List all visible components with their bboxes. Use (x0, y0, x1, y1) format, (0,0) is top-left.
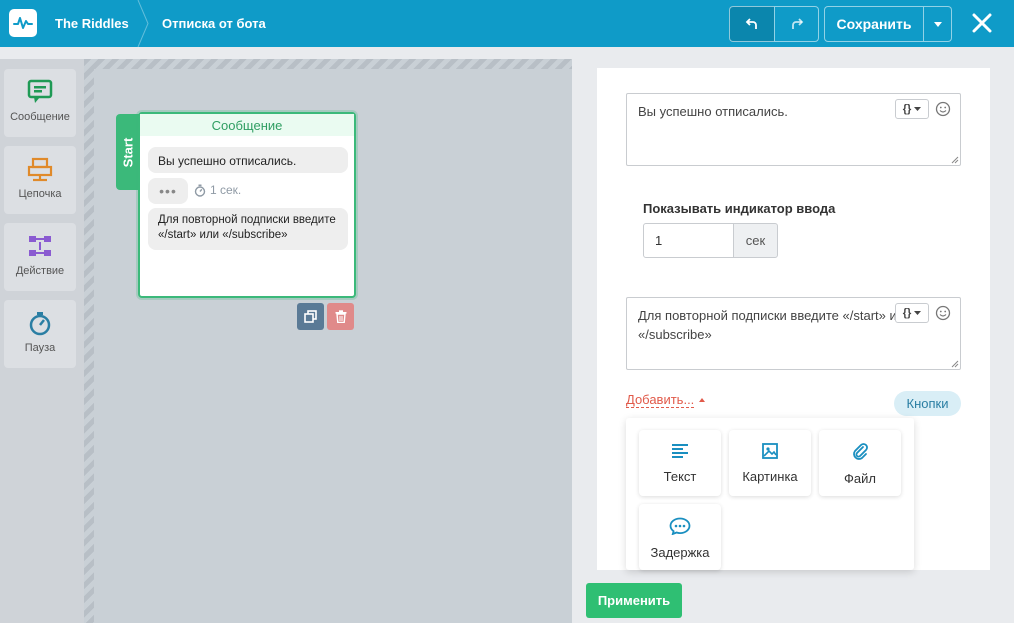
menu-item-delay[interactable]: Задержка (639, 504, 721, 570)
stopwatch-icon (29, 312, 51, 336)
emoji-icon[interactable] (935, 101, 951, 117)
palette-action-label: Действие (15, 265, 65, 277)
delete-node-button[interactable] (327, 303, 354, 330)
close-button[interactable] (968, 9, 996, 37)
menu-item-image[interactable]: Картинка (729, 430, 811, 496)
trash-icon (335, 310, 346, 323)
palette-message-label: Сообщение (10, 111, 70, 123)
palette-action[interactable]: Действие (4, 223, 76, 291)
breadcrumb-project[interactable]: The Riddles (55, 16, 129, 31)
text-lines-icon (672, 444, 688, 458)
duplicate-node-button[interactable] (297, 303, 324, 330)
add-buttons-button[interactable]: Кнопки (894, 391, 961, 416)
typing-indicator-label: Показывать индикатор ввода (643, 201, 836, 216)
resize-handle-icon[interactable] (951, 156, 959, 164)
stopwatch-icon (194, 184, 206, 197)
insert-variable-button[interactable]: {} (895, 99, 929, 119)
top-bar: The Riddles Отписка от бота Сохранить (0, 0, 1014, 47)
variable-braces-icon: {} (902, 103, 912, 115)
node-typing-bubble: ••• (148, 178, 188, 204)
action-icon (29, 236, 51, 256)
palette-pause[interactable]: Пауза (4, 300, 76, 368)
app-logo[interactable] (9, 9, 37, 37)
image-icon (762, 443, 778, 459)
chain-icon (27, 157, 53, 182)
start-label: Start (120, 137, 136, 167)
emoji-icon[interactable] (935, 305, 951, 321)
block-palette: Сообщение Цепочка Действие Пауза (0, 59, 84, 623)
copy-icon (304, 310, 317, 323)
breadcrumb-page: Отписка от бота (162, 16, 266, 31)
typing-duration-unit: сек (733, 223, 778, 258)
caret-down-icon (933, 21, 942, 27)
resize-handle-icon[interactable] (951, 360, 959, 368)
menu-item-label: Файл (844, 471, 876, 486)
menu-item-file[interactable]: Файл (819, 430, 901, 496)
caret-down-icon (914, 311, 922, 315)
message-icon (27, 79, 53, 103)
message-node[interactable]: Сообщение Вы успешно отписались. ••• 1 с… (138, 112, 356, 298)
redo-button[interactable] (774, 6, 819, 42)
close-icon (972, 13, 992, 33)
node-title: Сообщение (140, 114, 354, 136)
menu-item-label: Картинка (742, 469, 798, 484)
canvas-border-top (84, 59, 572, 69)
node-delay: 1 сек. (194, 183, 241, 197)
add-content-link[interactable]: Добавить... (626, 392, 695, 408)
palette-pause-label: Пауза (24, 342, 56, 354)
node-message-bubble: Вы успешно отписались. (148, 147, 348, 173)
typing-bubble-icon (669, 517, 691, 535)
palette-message[interactable]: Сообщение (4, 69, 76, 137)
insert-variable-button[interactable]: {} (895, 303, 929, 323)
caret-up-icon (699, 398, 705, 402)
node-delay-label: 1 сек. (210, 183, 242, 197)
add-content-menu: Текст Картинка Файл Задержка (626, 418, 914, 570)
redo-icon (791, 18, 803, 29)
palette-chain[interactable]: Цепочка (4, 146, 76, 214)
menu-item-label: Задержка (650, 545, 710, 560)
save-options-button[interactable] (923, 6, 952, 42)
undo-icon (745, 18, 757, 29)
menu-item-label: Текст (663, 469, 697, 484)
breadcrumb-separator (137, 0, 149, 47)
paperclip-icon (853, 443, 868, 460)
apply-button[interactable]: Применить (586, 583, 682, 618)
variable-braces-icon: {} (902, 307, 912, 319)
canvas-border-left (84, 59, 94, 623)
save-button[interactable]: Сохранить (824, 6, 924, 42)
typing-duration-input[interactable]: 1 (643, 223, 734, 258)
start-marker: Start (116, 114, 140, 190)
pulse-icon (13, 17, 33, 29)
caret-down-icon (914, 107, 922, 111)
node-message-bubble: Для повторной подписки введите «/start» … (148, 208, 348, 250)
menu-item-text[interactable]: Текст (639, 430, 721, 496)
palette-chain-label: Цепочка (18, 188, 62, 200)
undo-button[interactable] (729, 6, 775, 42)
